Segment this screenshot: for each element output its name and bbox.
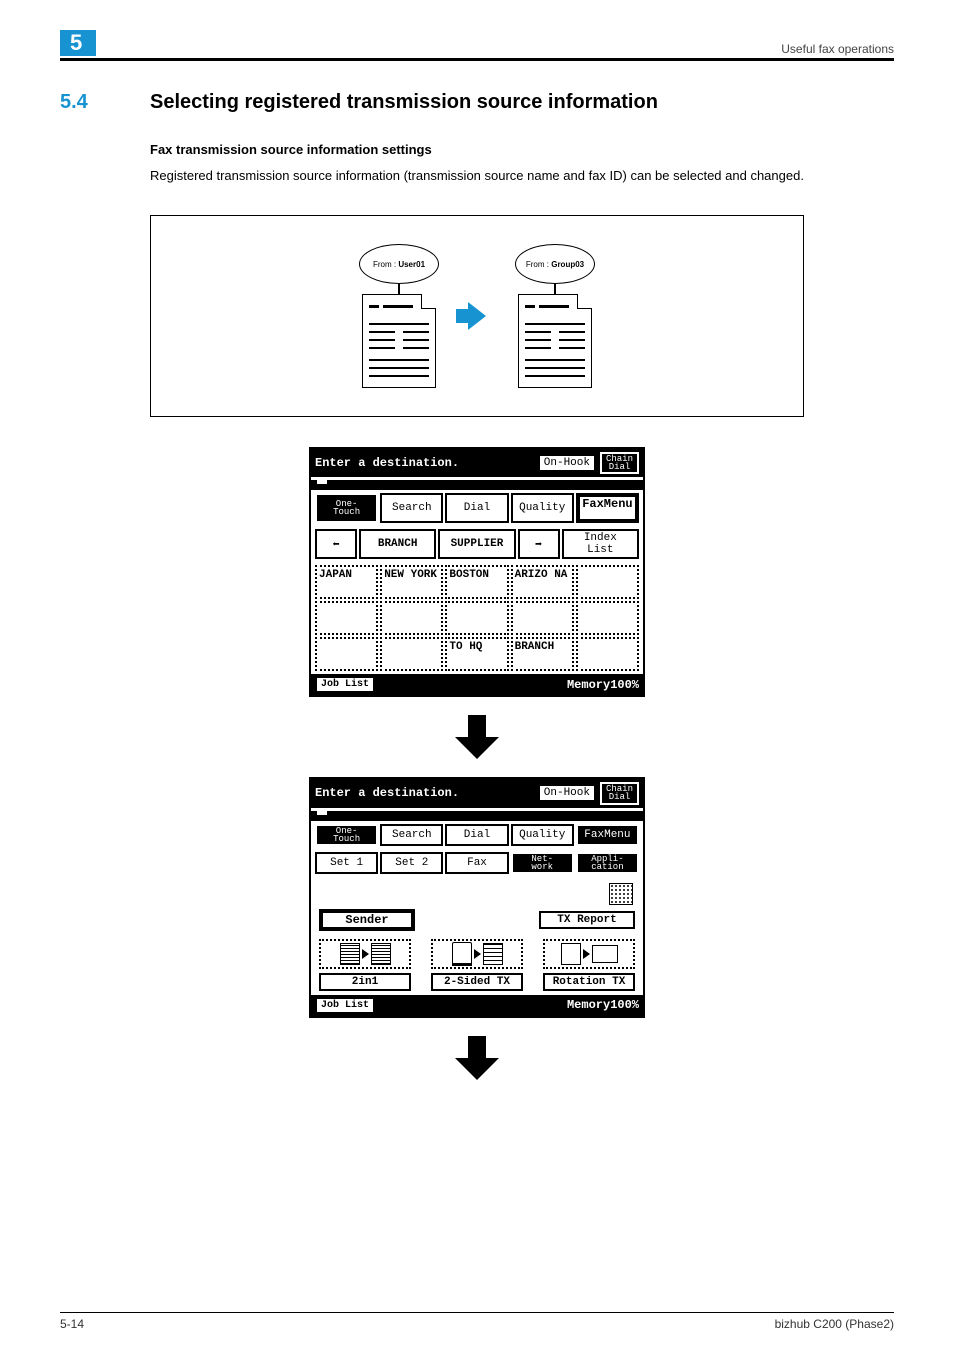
page-header: 5 Useful fax operations	[60, 30, 894, 61]
sender-button[interactable]: Sender	[319, 909, 415, 931]
body-paragraph: Registered transmission source informati…	[150, 167, 894, 185]
document-icon	[518, 294, 592, 388]
tab-dial[interactable]: Dial	[445, 824, 508, 846]
application-button[interactable]: Appli- cation	[576, 852, 639, 874]
tab-faxmenu[interactable]: FaxMenu	[576, 493, 639, 523]
page-lines-icon	[483, 943, 503, 965]
balloon-right-text: From : Group03	[526, 260, 584, 269]
2sided-tx-button[interactable]: 2-Sided TX	[431, 973, 523, 991]
dest-cell[interactable]	[576, 565, 639, 599]
tab-one-touch[interactable]: One- Touch	[315, 493, 378, 523]
balloon-left-text: From : User01	[373, 260, 425, 269]
lcd-screen-1: Enter a destination. On-Hook Chain Dial …	[309, 447, 645, 697]
chain-dial-button[interactable]: Chain Dial	[600, 782, 639, 804]
network-button[interactable]: Net- work	[511, 852, 574, 874]
nav-branch[interactable]: BRANCH	[359, 529, 436, 559]
set1-button[interactable]: Set 1	[315, 852, 378, 874]
balloon-right: From : Group03	[515, 244, 595, 284]
page-icon	[561, 943, 581, 965]
tab-quality[interactable]: Quality	[511, 493, 574, 523]
tab-quality[interactable]: Quality	[511, 824, 574, 846]
tab-dial[interactable]: Dial	[445, 493, 508, 523]
page-number: 5-14	[60, 1317, 84, 1331]
job-list-button[interactable]: Job List	[315, 997, 375, 1014]
document-icon	[362, 294, 436, 388]
breadcrumb: Useful fax operations	[781, 42, 894, 56]
dest-cell[interactable]	[511, 601, 574, 635]
rotation-icon-group	[543, 939, 635, 969]
memory-status: Memory100%	[567, 678, 639, 692]
tab-search[interactable]: Search	[380, 493, 443, 523]
doc-after: From : Group03	[510, 244, 600, 388]
nav-right-icon[interactable]: ➡	[518, 529, 560, 559]
index-list-button[interactable]: Index List	[562, 529, 639, 559]
dest-cell[interactable]	[576, 601, 639, 635]
2sided-icon-group	[431, 939, 523, 969]
subheading: Fax transmission source information sett…	[150, 142, 894, 157]
dest-cell[interactable]: TO HQ	[445, 637, 508, 671]
dest-cell[interactable]	[445, 601, 508, 635]
fax-button[interactable]: Fax	[445, 852, 508, 874]
set2-button[interactable]: Set 2	[380, 852, 443, 874]
lcd-screen-2: Enter a destination. On-Hook Chain Dial …	[309, 777, 645, 1018]
dest-cell[interactable]: NEW YORK	[380, 565, 443, 599]
page-rotated-icon	[592, 945, 618, 963]
booklet-icon	[452, 942, 472, 966]
page-icon	[340, 943, 360, 965]
product-name: bizhub C200 (Phase2)	[775, 1317, 894, 1331]
arrow-right-icon	[468, 302, 486, 330]
dest-cell[interactable]	[315, 601, 378, 635]
chain-dial-button[interactable]: Chain Dial	[600, 452, 639, 474]
2in1-icon-group	[319, 939, 411, 969]
small-arrow-icon	[362, 949, 369, 959]
2in1-button[interactable]: 2in1	[319, 973, 411, 991]
dest-cell[interactable]	[315, 637, 378, 671]
memory-status: Memory100%	[567, 998, 639, 1012]
dest-cell[interactable]: BOSTON	[445, 565, 508, 599]
section-number: 5.4	[60, 91, 150, 114]
doc-before: From : User01	[354, 244, 444, 388]
tab-one-touch[interactable]: One- Touch	[315, 824, 378, 846]
tx-report-button[interactable]: TX Report	[539, 911, 635, 929]
page-footer: 5-14 bizhub C200 (Phase2)	[60, 1312, 894, 1331]
dest-cell[interactable]	[576, 637, 639, 671]
lcd1-message: Enter a destination.	[315, 456, 534, 470]
dest-cell[interactable]: BRANCH	[511, 637, 574, 671]
dest-cell[interactable]: ARIZO NA	[511, 565, 574, 599]
nav-supplier[interactable]: SUPPLIER	[438, 529, 515, 559]
dest-cell[interactable]	[380, 601, 443, 635]
section-heading: 5.4 Selecting registered transmission so…	[60, 91, 894, 114]
on-hook-button[interactable]: On-Hook	[538, 454, 596, 472]
chapter-number: 5	[60, 30, 96, 56]
dest-cell[interactable]	[380, 637, 443, 671]
tab-faxmenu[interactable]: FaxMenu	[576, 824, 639, 846]
job-list-button[interactable]: Job List	[315, 676, 375, 693]
small-arrow-icon	[583, 949, 590, 959]
page-icon	[371, 943, 391, 965]
dest-cell[interactable]: JAPAN	[315, 565, 378, 599]
one-touch-grid: JAPAN NEW YORK BOSTON ARIZO NA TO HQ BRA…	[311, 562, 643, 674]
rotation-tx-button[interactable]: Rotation TX	[543, 973, 635, 991]
small-arrow-icon	[474, 949, 481, 959]
on-hook-button[interactable]: On-Hook	[538, 784, 596, 802]
section-title: Selecting registered transmission source…	[150, 91, 658, 114]
balloon-left: From : User01	[359, 244, 439, 284]
arrow-down-icon	[455, 715, 499, 759]
tab-search[interactable]: Search	[380, 824, 443, 846]
illustration-box: From : User01 From : Group03	[150, 215, 804, 417]
keypad-icon	[609, 883, 633, 905]
lcd2-message: Enter a destination.	[315, 786, 534, 800]
nav-left-icon[interactable]: ⬅	[315, 529, 357, 559]
arrow-down-icon	[455, 1036, 499, 1080]
